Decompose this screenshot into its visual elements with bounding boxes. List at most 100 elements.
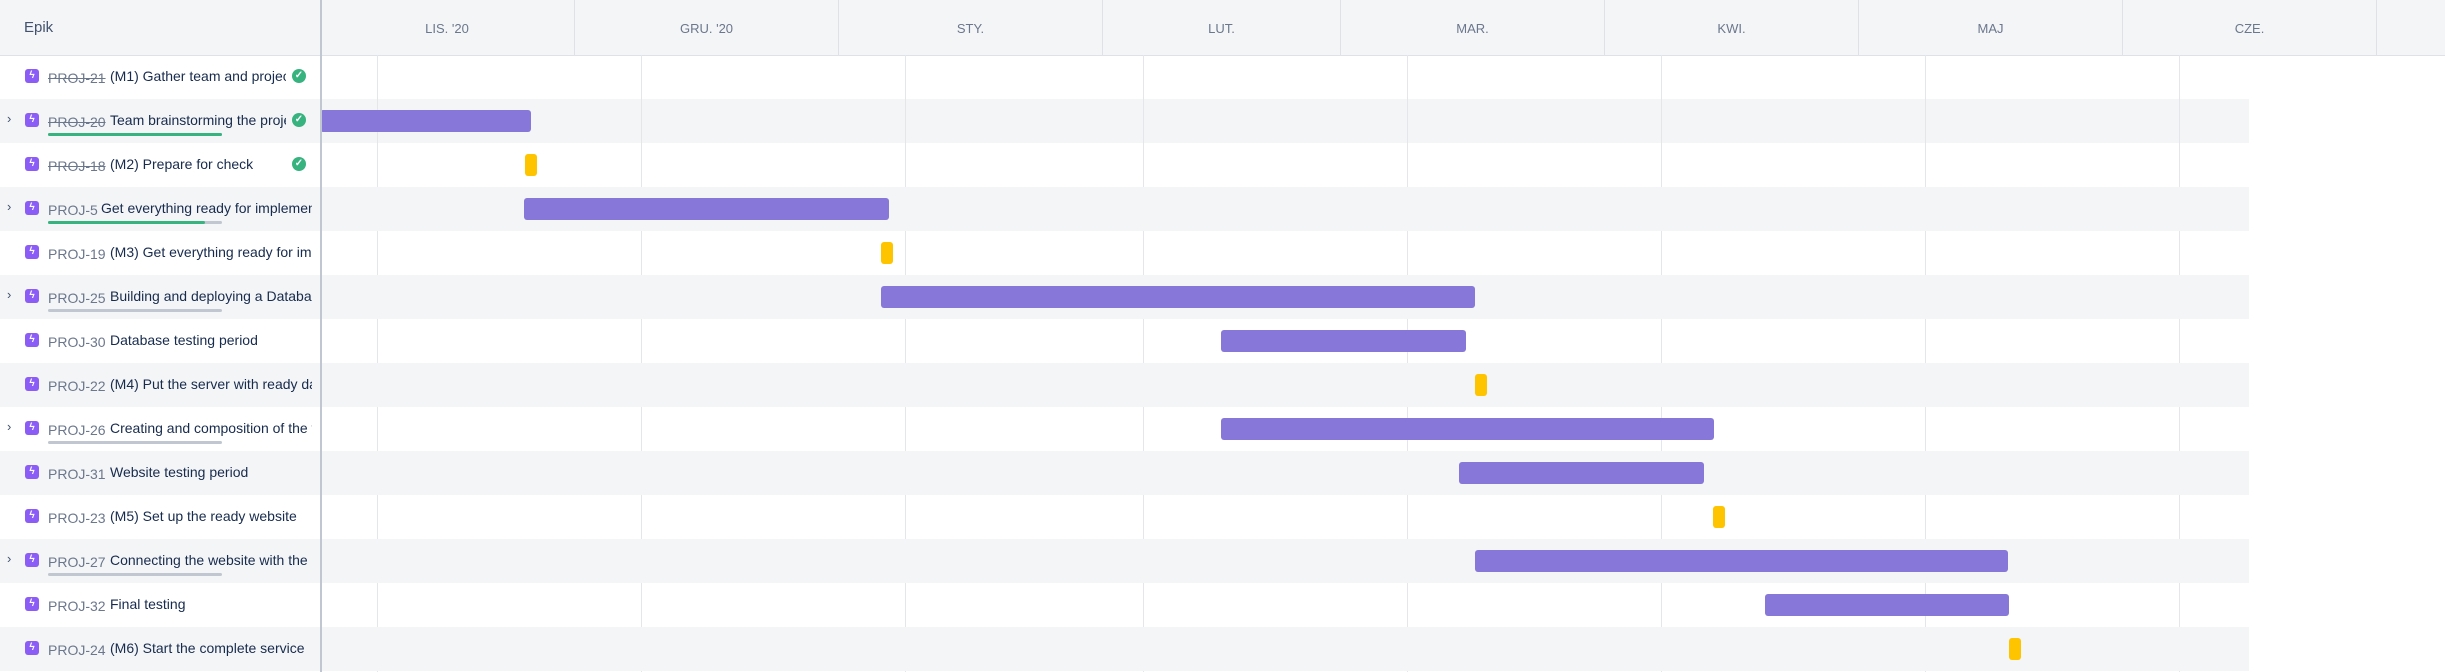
issue-summary[interactable]: (M6) Start the complete service bbox=[110, 640, 312, 656]
milestone-marker[interactable] bbox=[525, 154, 537, 176]
epic-row[interactable]: ϟ PROJ-21(M1) Gather team and project res… bbox=[0, 55, 320, 99]
progress-track bbox=[48, 133, 222, 136]
epic-list-panel: Epik ϟ PROJ-21(M1) Gather team and projec… bbox=[0, 0, 322, 672]
month-label: MAJ bbox=[1977, 21, 2004, 36]
milestone-marker[interactable] bbox=[881, 242, 893, 264]
epic-column-title: Epik bbox=[24, 19, 54, 36]
timeline-row bbox=[320, 363, 2249, 407]
epic-row[interactable]: ϟ PROJ-30 Database testing period bbox=[0, 319, 320, 363]
milestone-marker[interactable] bbox=[1475, 374, 1487, 396]
epic-lightning-icon: ϟ bbox=[25, 597, 39, 611]
issue-summary[interactable]: Final testing bbox=[110, 596, 312, 612]
roadmap-app: Epik ϟ PROJ-21(M1) Gather team and projec… bbox=[0, 0, 2445, 672]
epic-lightning-icon: ϟ bbox=[25, 641, 39, 655]
issue-key[interactable]: PROJ-19 bbox=[48, 246, 106, 262]
epic-row[interactable]: ϟ PROJ-23 (M5) Set up the ready website bbox=[0, 495, 320, 539]
schedule-bar[interactable] bbox=[524, 198, 889, 220]
timeline-row bbox=[320, 231, 2249, 275]
progress-track bbox=[48, 221, 222, 224]
timeline-header: LIS. '20 GRU. '20 STY. LUT. MAR. KWI. MAJ CZE. bbox=[320, 0, 2445, 56]
chevron-right-icon[interactable]: › bbox=[7, 200, 19, 213]
schedule-bar[interactable] bbox=[1765, 594, 2009, 616]
issue-summary[interactable]: (M3) Get everything ready for implementa… bbox=[110, 244, 312, 260]
month-label: MAR. bbox=[1456, 21, 1489, 36]
issue-key[interactable]: PROJ-30 bbox=[48, 334, 106, 350]
timeline-row bbox=[320, 99, 2249, 143]
epic-lightning-icon: ϟ bbox=[25, 245, 39, 259]
epic-lightning-icon: ϟ bbox=[25, 201, 39, 215]
epic-row[interactable]: › ϟ PROJ-5 Get everything ready for impleme… bbox=[0, 187, 320, 231]
issue-key[interactable]: PROJ-20 bbox=[48, 114, 106, 130]
month-header: GRU. '20 bbox=[575, 0, 839, 55]
schedule-bar[interactable] bbox=[881, 286, 1475, 308]
schedule-bar[interactable] bbox=[320, 110, 531, 132]
epic-lightning-icon: ϟ bbox=[25, 289, 39, 303]
epic-row[interactable]: › ϟ PROJ-25 Building and deploying a Databa… bbox=[0, 275, 320, 319]
issue-key[interactable]: PROJ-24 bbox=[48, 642, 106, 658]
epic-lightning-icon: ϟ bbox=[25, 157, 39, 171]
epic-lightning-icon: ϟ bbox=[25, 333, 39, 347]
chevron-right-icon[interactable]: › bbox=[7, 112, 19, 125]
month-header: MAR. bbox=[1341, 0, 1605, 55]
issue-summary[interactable]: (M4) Put the server with ready database bbox=[110, 376, 312, 392]
schedule-bar[interactable] bbox=[1221, 418, 1714, 440]
timeline-row bbox=[320, 627, 2249, 671]
epic-lightning-icon: ϟ bbox=[25, 509, 39, 523]
issue-summary[interactable]: Database testing period bbox=[110, 332, 312, 348]
month-label: KWI. bbox=[1717, 21, 1746, 36]
issue-key[interactable]: PROJ-27 bbox=[48, 554, 106, 570]
chevron-right-icon[interactable]: › bbox=[7, 420, 19, 433]
check-circle-icon: ✓ bbox=[292, 157, 306, 171]
timeline-row bbox=[320, 495, 2249, 539]
progress-track bbox=[48, 309, 222, 312]
issue-key[interactable]: PROJ-26 bbox=[48, 422, 106, 438]
issue-summary[interactable]: Team brainstorming the project bbox=[110, 112, 286, 128]
epic-lightning-icon: ϟ bbox=[25, 553, 39, 567]
issue-summary[interactable]: Building and deploying a Database bbox=[110, 288, 312, 304]
issue-summary[interactable]: (M2) Prepare for check bbox=[110, 156, 286, 172]
issue-key[interactable]: PROJ-18 bbox=[48, 158, 106, 174]
epic-row[interactable]: ϟ PROJ-22 (M4) Put the server with ready d… bbox=[0, 363, 320, 407]
chevron-right-icon[interactable]: › bbox=[7, 552, 19, 565]
month-header: LUT. bbox=[1103, 0, 1341, 55]
epic-row[interactable]: ϟ PROJ-19 (M3) Get everything ready for im… bbox=[0, 231, 320, 275]
issue-summary[interactable]: Creating and composition of the website bbox=[110, 420, 312, 436]
issue-summary[interactable]: (M1) Gather team and project resources bbox=[110, 68, 286, 84]
epic-lightning-icon: ϟ bbox=[25, 421, 39, 435]
issue-key[interactable]: PROJ-5 bbox=[48, 202, 98, 218]
issue-key[interactable]: PROJ-25 bbox=[48, 290, 106, 306]
timeline-row bbox=[320, 143, 2249, 187]
progress-track bbox=[48, 441, 222, 444]
timeline-row bbox=[320, 451, 2249, 495]
schedule-bar[interactable] bbox=[1475, 550, 2008, 572]
epic-column-header: Epik bbox=[0, 0, 320, 56]
issue-summary[interactable]: Get everything ready for implementation bbox=[101, 200, 312, 216]
epic-lightning-icon: ϟ bbox=[25, 113, 39, 127]
epic-row[interactable]: › ϟ PROJ-26 Creating and composition of the… bbox=[0, 407, 320, 451]
epic-row[interactable]: ϟ PROJ-18 (M2) Prepare for check ✓ bbox=[0, 143, 320, 187]
epic-row[interactable]: ϟ PROJ-24 (M6) Start the complete service bbox=[0, 627, 320, 671]
issue-key[interactable]: PROJ-22 bbox=[48, 378, 106, 394]
epic-row[interactable]: › ϟ PROJ-20 Team brainstorming the project ✓ bbox=[0, 99, 320, 143]
timeline-panel[interactable]: LIS. '20 GRU. '20 STY. LUT. MAR. KWI. MAJ CZE. bbox=[320, 0, 2445, 672]
month-label: GRU. '20 bbox=[679, 21, 734, 36]
issue-key[interactable]: PROJ-21 bbox=[48, 70, 106, 86]
issue-summary[interactable]: (M5) Set up the ready website bbox=[110, 508, 312, 524]
chevron-right-icon[interactable]: › bbox=[7, 288, 19, 301]
schedule-bar[interactable] bbox=[1459, 462, 1704, 484]
milestone-marker[interactable] bbox=[1713, 506, 1725, 528]
issue-key[interactable]: PROJ-31 bbox=[48, 466, 106, 482]
issue-key[interactable]: PROJ-32 bbox=[48, 598, 106, 614]
milestone-marker[interactable] bbox=[2009, 638, 2021, 660]
issue-summary[interactable]: Website testing period bbox=[110, 464, 312, 480]
check-circle-icon: ✓ bbox=[292, 113, 306, 127]
schedule-bar[interactable] bbox=[1221, 330, 1466, 352]
epic-row[interactable]: ϟ PROJ-31 Website testing period bbox=[0, 451, 320, 495]
epic-row[interactable]: › ϟ PROJ-27 Connecting the website with the… bbox=[0, 539, 320, 583]
month-label: LUT. bbox=[1208, 21, 1235, 36]
month-label: LIS. '20 bbox=[425, 21, 469, 36]
issue-key[interactable]: PROJ-23 bbox=[48, 510, 106, 526]
epic-row[interactable]: ϟ PROJ-32 Final testing bbox=[0, 583, 320, 627]
issue-summary[interactable]: Connecting the website with the database bbox=[110, 552, 312, 568]
month-label: STY. bbox=[956, 21, 985, 36]
